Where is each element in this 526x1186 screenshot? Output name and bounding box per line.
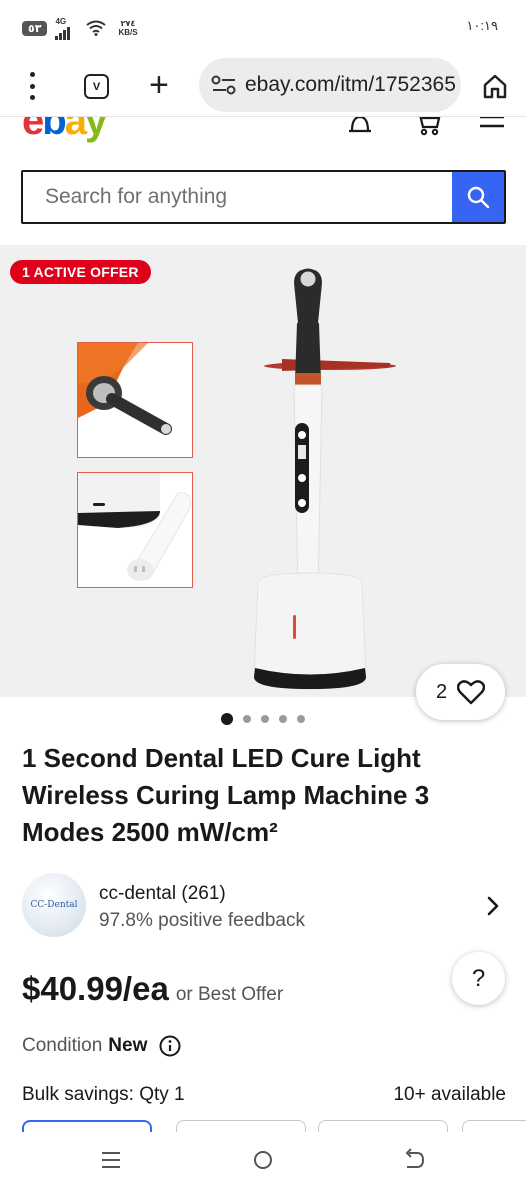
wifi-icon (86, 20, 107, 36)
site-settings-icon[interactable] (211, 75, 237, 95)
qty-option[interactable] (176, 1120, 306, 1132)
qty-option[interactable] (318, 1120, 448, 1132)
url-text: ebay.com/itm/1752365 (245, 73, 456, 96)
status-bar: ٥٣ 4G ٢٧٤ KB/S ١٠:١٩ (0, 0, 526, 56)
cart-icon[interactable] (414, 116, 442, 137)
network-speed: ٢٧٤ KB/S (118, 19, 138, 37)
seller-card[interactable]: CC-Dental cc-dental (261) 97.8% positive… (22, 873, 506, 939)
tab-switcher-button[interactable]: V (84, 74, 109, 99)
home-nav-icon[interactable] (251, 1148, 275, 1172)
notification-bell-icon[interactable] (346, 116, 374, 137)
product-image-gallery[interactable]: 1 ACTIVE OFFER (0, 245, 526, 697)
chevron-right-icon[interactable] (486, 895, 500, 917)
detail-image-shield (77, 342, 193, 458)
search-icon (467, 186, 490, 209)
seller-feedback: 97.8% positive feedback (99, 910, 305, 931)
seller-name[interactable]: cc-dental (261) (99, 883, 226, 905)
clock: ١٠:١٩ (466, 18, 498, 33)
active-offer-badge: 1 ACTIVE OFFER (10, 260, 151, 284)
pagination-dot[interactable] (221, 713, 233, 725)
watch-count: 2 (435, 680, 448, 703)
hamburger-menu-icon[interactable] (478, 116, 506, 137)
price: $40.99/ea (22, 970, 169, 1007)
battery-indicator: ٥٣ (22, 20, 48, 36)
condition-label: Condition (22, 1035, 103, 1056)
seller-avatar[interactable]: CC-Dental (22, 873, 86, 937)
bulk-savings-label: Bulk savings: Qty 1 (22, 1084, 185, 1105)
system-nav-bar (0, 1132, 526, 1186)
detail-image-base (77, 472, 193, 588)
product-title: 1 Second Dental LED Cure Light Wireless … (22, 743, 430, 847)
main-product-image (253, 268, 396, 690)
pagination-dot[interactable] (243, 715, 251, 723)
best-offer-text: or Best Offer (175, 984, 284, 1005)
network-type: 4G (55, 16, 67, 26)
search-bar (21, 170, 506, 224)
availability: 10+ available (393, 1084, 506, 1105)
heart-icon (457, 680, 486, 705)
price-row: $40.99/ea or Best Offer (22, 970, 283, 1008)
info-icon[interactable] (159, 1035, 181, 1057)
more-menu-icon[interactable] (22, 72, 42, 100)
image-pagination[interactable] (0, 713, 526, 725)
url-bar[interactable]: ebay.com/itm/1752365 (199, 58, 461, 112)
ebay-logo[interactable]: ebay (22, 117, 107, 144)
signal-icon: 4G (55, 16, 71, 40)
pagination-dot[interactable] (279, 715, 287, 723)
back-icon[interactable] (402, 1148, 426, 1172)
pagination-dot[interactable] (261, 715, 269, 723)
watch-button[interactable]: 2 (416, 664, 505, 720)
home-icon[interactable] (482, 73, 508, 99)
condition-value: New (108, 1035, 148, 1056)
ebay-header: ebay (0, 116, 526, 144)
qty-option[interactable] (22, 1120, 152, 1132)
new-tab-icon[interactable]: + (149, 68, 169, 102)
condition-row: Condition New (22, 1035, 181, 1057)
search-input[interactable] (23, 172, 452, 222)
recent-apps-icon[interactable] (99, 1148, 123, 1172)
pagination-dot[interactable] (297, 715, 305, 723)
search-button[interactable] (452, 172, 504, 222)
browser-toolbar: V + ebay.com/itm/1752365 (0, 56, 526, 116)
quantity-options (22, 1120, 526, 1132)
qty-option[interactable] (462, 1120, 526, 1132)
help-button[interactable]: ? (452, 952, 505, 1005)
